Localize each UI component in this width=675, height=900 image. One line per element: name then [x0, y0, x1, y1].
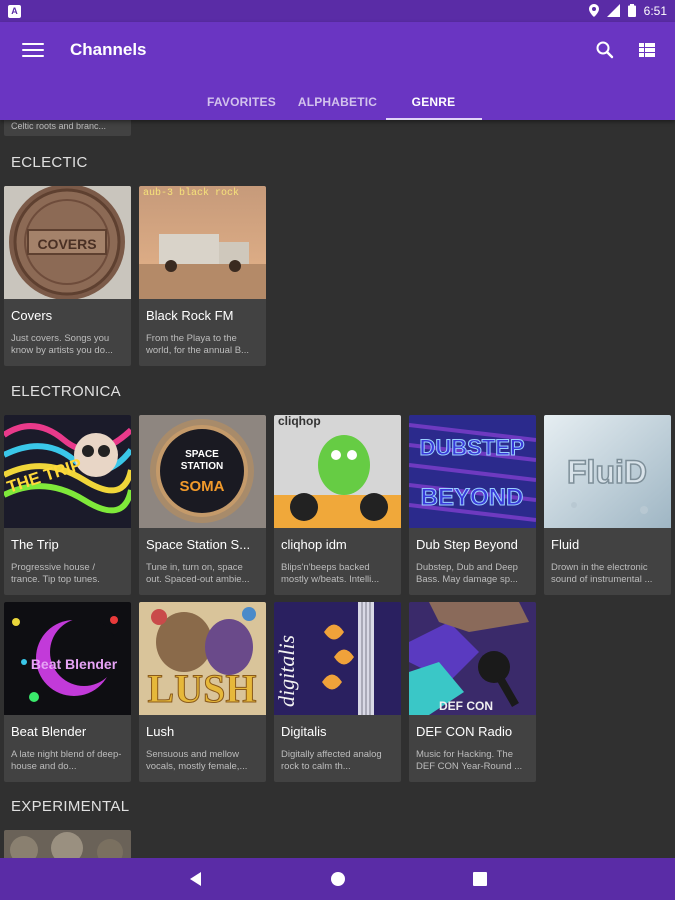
channel-art-the-trip: THE TRIP	[4, 415, 131, 528]
dubstep-art-text-1: DUBSTEP	[419, 435, 524, 460]
cliqhop-art-text: cliqhop	[278, 415, 321, 428]
battery-icon	[627, 3, 636, 19]
channel-card-space-station-soma[interactable]: SPACE STATION SOMA Space Station S... Tu…	[139, 415, 266, 595]
channel-card-lush[interactable]: LUSH Lush Sensuous and mellow vocals, mo…	[139, 602, 266, 782]
channel-desc: Sensuous and mellow vocals, mostly femal…	[146, 749, 248, 772]
channel-desc: Digitally affected analog rock to calm t…	[281, 749, 382, 772]
channel-name: cliqhop idm	[281, 537, 347, 552]
def-con-art-text: DEF CON	[439, 699, 493, 713]
app-bar: Channels FAVORITES ALPHABETIC GENRE	[0, 22, 675, 120]
dubstep-art-text-2: BEYOND	[421, 484, 524, 511]
channel-art-cliqhop-idm: cliqhop	[274, 415, 401, 528]
channel-desc: Just covers. Songs you know by artists y…	[11, 333, 113, 356]
channel-art-lush: LUSH	[139, 602, 266, 715]
channel-card-experimental-partial[interactable]	[4, 830, 131, 858]
section-title-eclectic: ECLECTIC	[11, 154, 88, 171]
home-icon[interactable]	[326, 867, 350, 891]
channel-name: Black Rock FM	[146, 308, 234, 323]
status-bar: A 6:51	[0, 0, 675, 22]
system-nav-bar	[0, 858, 675, 900]
beat-blender-art-text: Beat Blender	[31, 656, 118, 672]
channel-card-black-rock-fm[interactable]: aub-3 black rock Black Rock FM From the …	[139, 186, 266, 366]
channel-card-def-con-radio[interactable]: DEF CON DEF CON Radio Music for Hacking.…	[409, 602, 536, 782]
soma-art-text-1: SPACE	[185, 449, 219, 460]
channel-card-fluid[interactable]: FluiD Fluid Drown in the electronic soun…	[544, 415, 671, 595]
view-list-icon[interactable]	[637, 40, 657, 60]
channel-card-the-trip[interactable]: THE TRIP The Trip Progressive house / tr…	[4, 415, 131, 595]
channel-desc: Tune in, turn on, space out. Spaced-out …	[146, 562, 250, 585]
tab-genre[interactable]: GENRE	[385, 84, 482, 120]
back-icon[interactable]	[184, 867, 208, 891]
channel-art-black-rock-fm: aub-3 black rock	[139, 186, 266, 299]
channel-name: Space Station S...	[146, 537, 251, 552]
tab-alphabetic[interactable]: ALPHABETIC	[290, 84, 386, 120]
tab-bar: FAVORITES ALPHABETIC GENRE	[0, 84, 675, 120]
soma-art-text-2: STATION	[181, 461, 223, 472]
channel-art-space-station-soma: SPACE STATION SOMA	[139, 415, 266, 528]
channel-name: Lush	[146, 724, 175, 739]
soma-art-text-3: SOMA	[180, 478, 225, 495]
channel-name: DEF CON Radio	[416, 724, 513, 739]
channel-name: Beat Blender	[11, 724, 87, 739]
channel-desc: Progressive house / trance. Tip top tune…	[11, 562, 100, 585]
channel-card-partial[interactable]: Celtic roots and branc...	[4, 120, 131, 136]
digitalis-art-text: digitalis	[274, 635, 299, 707]
channel-desc: Music for Hacking. The DEF CON Year-Roun…	[416, 749, 523, 772]
fluid-art-text: FluiD	[567, 454, 647, 490]
channel-name: Digitalis	[281, 724, 327, 739]
channel-desc: Blips'n'beeps backed mostly w/beats. Int…	[281, 562, 380, 585]
channel-card-beat-blender[interactable]: Beat Blender Beat Blender A late night b…	[4, 602, 131, 782]
section-title-electronica: ELECTRONICA	[11, 383, 121, 400]
channel-card-cliqhop-idm[interactable]: cliqhop cliqhop idm Blips'n'beeps backed…	[274, 415, 401, 595]
channel-desc: Drown in the electronic sound of instrum…	[551, 562, 653, 585]
channel-art-covers: COVERS	[4, 186, 131, 299]
channel-desc: A late night blend of deep-house and do.…	[11, 749, 122, 772]
search-icon[interactable]	[593, 38, 617, 62]
page-title: Channels	[70, 40, 147, 59]
channel-name: The Trip	[11, 537, 59, 552]
channel-list[interactable]: Celtic roots and branc... ECLECTIC COVER…	[0, 120, 675, 858]
channel-name: Dub Step Beyond	[416, 537, 518, 552]
tab-favorites[interactable]: FAVORITES	[194, 84, 290, 120]
channel-card-digitalis[interactable]: digitalis Digitalis Digitally affected a…	[274, 602, 401, 782]
app-notification-icon: A	[8, 4, 21, 18]
channel-name: Covers	[11, 308, 53, 323]
channel-desc: Celtic roots and branc...	[11, 121, 107, 131]
menu-icon[interactable]	[22, 39, 44, 61]
channel-name: Fluid	[551, 537, 580, 552]
black-rock-art-text: aub-3 black rock	[143, 187, 239, 199]
section-title-experimental: EXPERIMENTAL	[11, 798, 130, 815]
channel-card-dub-step-beyond[interactable]: DUBSTEP BEYOND Dub Step Beyond Dubstep, …	[409, 415, 536, 595]
channel-art-def-con-radio: DEF CON	[409, 602, 536, 715]
location-icon	[588, 3, 599, 19]
recents-icon[interactable]	[468, 867, 492, 891]
status-time: 6:51	[643, 4, 667, 18]
channel-art-digitalis: digitalis	[274, 602, 401, 715]
channel-art-dub-step-beyond: DUBSTEP BEYOND	[409, 415, 536, 528]
channel-art-beat-blender: Beat Blender	[4, 602, 131, 715]
signal-icon	[606, 3, 620, 19]
covers-art-text: COVERS	[37, 236, 96, 252]
lush-art-text: LUSH	[148, 666, 257, 711]
channel-art-fluid: FluiD	[544, 415, 671, 528]
channel-desc: From the Playa to the world, for the ann…	[146, 333, 249, 356]
channel-desc: Dubstep, Dub and Deep Bass. May damage s…	[416, 562, 518, 585]
channel-art-experimental	[4, 830, 131, 858]
channel-card-covers[interactable]: COVERS Covers Just covers. Songs you kno…	[4, 186, 131, 366]
